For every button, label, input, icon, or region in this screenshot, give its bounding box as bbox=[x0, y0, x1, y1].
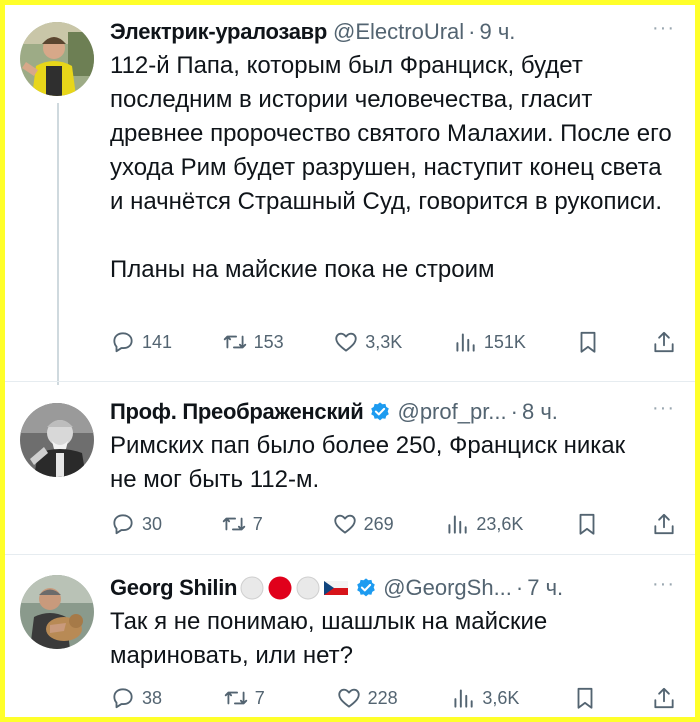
author-handle[interactable]: @ElectroUral bbox=[333, 19, 464, 45]
avatar-image bbox=[20, 22, 94, 96]
tweet-paragraph: Римских пап было более 250, Франциск ник… bbox=[110, 432, 632, 493]
share-icon bbox=[654, 331, 674, 353]
verified-icon bbox=[357, 578, 375, 597]
views-icon bbox=[448, 515, 468, 534]
retweet-button[interactable]: 7 bbox=[223, 685, 283, 711]
author-handle[interactable]: @prof_pr... bbox=[397, 399, 506, 425]
red-circle-icon bbox=[268, 576, 292, 600]
views-button[interactable]: 23,6K bbox=[444, 511, 523, 537]
avatar-georg[interactable] bbox=[20, 575, 94, 649]
reply-icon bbox=[113, 332, 133, 353]
retweet-icon bbox=[224, 691, 247, 705]
like-count: 228 bbox=[367, 687, 398, 708]
avatar-prof[interactable] bbox=[20, 403, 94, 477]
reply-icon bbox=[113, 514, 133, 535]
czech-flag-icon bbox=[324, 581, 349, 595]
views-button[interactable]: 3,6K bbox=[450, 685, 519, 711]
like-icon bbox=[333, 514, 356, 534]
views-count: 23,6K bbox=[476, 513, 524, 534]
author-name[interactable]: Проф. Преображенский bbox=[110, 399, 364, 425]
tweet-paragraph: Планы на майские пока не строим bbox=[110, 256, 495, 283]
retweet-icon bbox=[223, 335, 246, 349]
reply-count: 38 bbox=[142, 687, 163, 708]
tweet-paragraph: 112-й Папа, которым был Франциск, будет … bbox=[110, 52, 679, 215]
reply-count: 141 bbox=[142, 331, 173, 352]
like-button[interactable]: 269 bbox=[332, 511, 394, 537]
tweet-georg[interactable]: Georg Shilin @GeorgSh... · 7 ч. ··· Так … bbox=[5, 555, 695, 717]
reply-button[interactable]: 141 bbox=[110, 329, 172, 355]
tweet-actions: 38 7 228 3,6K bbox=[110, 683, 677, 713]
tweet-text: 112-й Папа, которым был Франциск, будет … bbox=[110, 49, 675, 287]
more-icon[interactable]: ··· bbox=[652, 397, 675, 420]
reply-button[interactable]: 30 bbox=[110, 511, 170, 537]
retweet-count: 7 bbox=[254, 687, 265, 708]
tweet-actions: 30 7 269 23,6K bbox=[110, 509, 677, 539]
like-button[interactable]: 228 bbox=[336, 685, 398, 711]
tweet-header: Проф. Преображенский @prof_pr... · 8 ч. … bbox=[110, 397, 675, 427]
tweet-electroural[interactable]: Электрик-уралозавр @ElectroUral · 9 ч. ·… bbox=[5, 5, 695, 383]
bookmark-button[interactable] bbox=[572, 685, 598, 711]
share-icon bbox=[654, 687, 674, 709]
tweet-actions: 141 153 3,3K 151K bbox=[110, 327, 677, 357]
bookmark-icon bbox=[581, 331, 596, 353]
reply-button[interactable]: 38 bbox=[110, 685, 170, 711]
reply-icon bbox=[113, 688, 133, 709]
bookmark-button[interactable] bbox=[575, 329, 601, 355]
tweet-time[interactable]: 9 ч. bbox=[479, 19, 515, 45]
like-count: 269 bbox=[363, 513, 394, 534]
share-button[interactable] bbox=[651, 511, 677, 537]
retweet-button[interactable]: 153 bbox=[222, 329, 284, 355]
like-icon bbox=[337, 688, 360, 708]
tweet-header: Georg Shilin @GeorgSh... · 7 ч. ··· bbox=[110, 573, 675, 603]
views-icon bbox=[456, 333, 475, 352]
share-button[interactable] bbox=[651, 685, 677, 711]
more-icon[interactable]: ··· bbox=[652, 17, 675, 40]
share-button[interactable] bbox=[651, 329, 677, 355]
verified-icon bbox=[371, 402, 390, 421]
views-icon bbox=[454, 689, 474, 708]
bookmark-button[interactable] bbox=[574, 511, 600, 537]
retweet-icon bbox=[222, 517, 245, 531]
tweet-prof[interactable]: Проф. Преображенский @prof_pr... · 8 ч. … bbox=[5, 383, 695, 555]
like-icon bbox=[335, 332, 357, 352]
retweet-count: 7 bbox=[252, 513, 263, 534]
tweet-header: Электрик-уралозавр @ElectroUral · 9 ч. ·… bbox=[110, 17, 675, 47]
retweet-count: 153 bbox=[253, 331, 284, 352]
white-circle-icon bbox=[240, 576, 264, 600]
more-icon[interactable]: ··· bbox=[652, 573, 675, 596]
views-count: 151K bbox=[483, 331, 526, 352]
tweet-text: Так я не понимаю, шашлык на майские мари… bbox=[110, 605, 675, 673]
white-circle-icon bbox=[296, 576, 320, 600]
retweet-button[interactable]: 7 bbox=[221, 511, 281, 537]
reply-count: 30 bbox=[142, 513, 163, 534]
tweet-thread: Электрик-уралозавр @ElectroUral · 9 ч. ·… bbox=[5, 5, 695, 717]
like-button[interactable]: 3,3K bbox=[333, 329, 402, 355]
tweet-time[interactable]: 8 ч. bbox=[522, 399, 558, 425]
author-name[interactable]: Электрик-уралозавр bbox=[110, 19, 327, 45]
bookmark-icon bbox=[577, 687, 593, 709]
views-button[interactable]: 151K bbox=[452, 329, 526, 355]
tweet-paragraph: Так я не понимаю, шашлык на майские мари… bbox=[110, 608, 554, 669]
avatar-electroural[interactable] bbox=[20, 22, 94, 96]
divider bbox=[5, 381, 695, 382]
separator-dot: · bbox=[515, 575, 524, 600]
bookmark-icon bbox=[579, 513, 595, 535]
avatar-image bbox=[20, 403, 94, 477]
author-name[interactable]: Georg Shilin bbox=[110, 575, 237, 601]
separator-dot: · bbox=[468, 19, 476, 44]
views-count: 3,6K bbox=[482, 687, 520, 708]
avatar-image bbox=[20, 575, 94, 649]
separator-dot: · bbox=[510, 399, 518, 424]
author-handle[interactable]: @GeorgSh... bbox=[383, 575, 512, 601]
like-count: 3,3K bbox=[365, 331, 403, 352]
share-icon bbox=[654, 513, 674, 535]
tweet-time[interactable]: 7 ч. bbox=[527, 575, 563, 601]
tweet-text: Римских пап было более 250, Франциск ник… bbox=[110, 429, 675, 497]
